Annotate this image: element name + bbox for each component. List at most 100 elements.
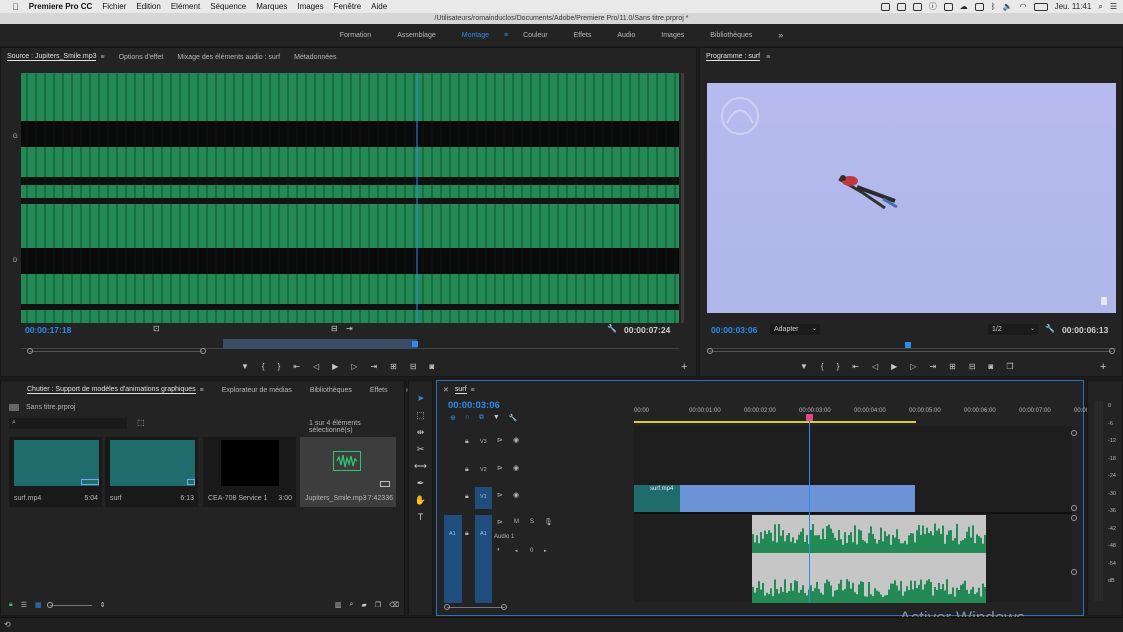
- pan-left-icon[interactable]: ◂: [515, 548, 518, 554]
- tab-libraries[interactable]: Bibliothèques: [310, 387, 352, 394]
- tab-effect-controls[interactable]: Options d'effet: [119, 54, 164, 61]
- bin-item-selected[interactable]: Jupiters_Smile.mp3 7:42336: [300, 437, 396, 507]
- ripple-edit-tool-icon[interactable]: ⇹: [417, 427, 425, 438]
- lock-icon[interactable]: 🔒︎: [9, 601, 13, 609]
- add-marker-icon[interactable]: ▼: [493, 414, 500, 422]
- zoom-handle[interactable]: [707, 348, 713, 354]
- cloud-icon[interactable]: ☁: [960, 2, 968, 11]
- icon-view-icon[interactable]: ▦: [35, 601, 42, 609]
- tab-effects[interactable]: Effets: [370, 387, 388, 394]
- sort-icon[interactable]: ⇕: [100, 601, 106, 609]
- tab-sequence-surf[interactable]: surf: [454, 386, 467, 394]
- program-fit-select[interactable]: Adapter ⌄: [770, 324, 820, 335]
- mute-button[interactable]: M: [514, 519, 519, 525]
- sync-icon[interactable]: ⊳: [497, 464, 503, 472]
- bin-item[interactable]: CEA-708 Service 1 3:00: [203, 437, 296, 507]
- tray-app-icon[interactable]: [896, 2, 906, 11]
- program-video-frame[interactable]: [707, 83, 1116, 313]
- vertical-zoom-handle[interactable]: [1071, 430, 1077, 436]
- tab-audio-mixer[interactable]: Mixage des éléments audio : surf: [177, 54, 280, 61]
- workspace-montage[interactable]: Montage: [449, 32, 502, 39]
- workspace-bibliotheques[interactable]: Bibliothèques: [697, 32, 765, 39]
- track-target-a1[interactable]: [475, 515, 492, 603]
- lock-icon[interactable]: 🔒︎: [465, 530, 469, 538]
- source-add-button-icon[interactable]: +: [681, 361, 687, 373]
- source-patch-a1[interactable]: [444, 515, 462, 603]
- new-bin-icon[interactable]: ▰: [361, 601, 366, 609]
- program-playhead-timecode[interactable]: 00:00:03:06: [711, 325, 757, 335]
- program-add-button-icon[interactable]: +: [1100, 361, 1106, 373]
- zoom-handle[interactable]: [444, 604, 450, 610]
- apple-menu-icon[interactable]: : [12, 2, 19, 12]
- program-zoom-bar[interactable]: [709, 351, 1112, 352]
- zoom-handle[interactable]: [501, 604, 507, 610]
- menu-fichier[interactable]: Fichier: [102, 2, 126, 11]
- tray-app-icon[interactable]: [880, 2, 890, 11]
- find-icon[interactable]: ⌕: [350, 601, 354, 609]
- tray-app-icon[interactable]: [943, 2, 953, 11]
- zoom-handle[interactable]: [27, 348, 33, 354]
- overwrite-icon[interactable]: ⊟: [410, 362, 417, 371]
- tab-bin[interactable]: Chutier : Support de modèles d'animation…: [27, 386, 196, 394]
- pan-value[interactable]: 0: [530, 548, 533, 554]
- menu-images[interactable]: Images: [297, 2, 323, 11]
- add-marker-button[interactable]: ▼: [800, 362, 808, 371]
- vertical-zoom-handle[interactable]: [1071, 515, 1077, 521]
- pan-right-icon[interactable]: ▸: [544, 548, 547, 554]
- lock-icon[interactable]: 🔒︎: [465, 438, 469, 446]
- eye-icon[interactable]: ◉: [513, 464, 519, 472]
- pen-tool-icon[interactable]: ✒: [417, 478, 425, 489]
- menu-marques[interactable]: Marques: [256, 2, 287, 11]
- hand-tool-icon[interactable]: ✋: [415, 495, 426, 506]
- menu-fenetre[interactable]: Fenêtre: [334, 2, 362, 11]
- wrench-icon[interactable]: 🔧: [509, 414, 518, 422]
- bin-item[interactable]: surf.mp4 5:04: [9, 437, 102, 507]
- volume-icon[interactable]: 🔈: [1003, 2, 1013, 11]
- timeline-playhead-timecode[interactable]: 00:00:03:06: [448, 400, 500, 411]
- video-clip[interactable]: surf.mp4: [634, 485, 915, 512]
- compare-icon[interactable]: ❐: [1006, 362, 1013, 371]
- new-item-icon[interactable]: ❐: [375, 601, 381, 609]
- sync-icon[interactable]: ⊳: [497, 518, 503, 526]
- camera-icon[interactable]: ◙: [430, 362, 435, 371]
- step-forward-button[interactable]: ▷: [351, 362, 357, 371]
- step-back-button[interactable]: ◁: [313, 362, 319, 371]
- lock-icon[interactable]: 🔒︎: [465, 493, 469, 501]
- play-button[interactable]: ▶: [891, 362, 897, 371]
- mark-out-button[interactable]: }: [837, 362, 840, 371]
- tray-app-icon[interactable]: [912, 2, 922, 11]
- source-vertical-scrollbar[interactable]: [681, 73, 684, 323]
- menu-aide[interactable]: Aide: [371, 2, 387, 11]
- panel-menu-icon[interactable]: ≡: [100, 54, 104, 61]
- wifi-icon[interactable]: ◠: [1020, 2, 1027, 11]
- playhead-marker[interactable]: [806, 414, 813, 421]
- info-icon[interactable]: ⓘ: [929, 1, 937, 12]
- source-playhead[interactable]: [412, 341, 418, 347]
- play-button[interactable]: ▶: [332, 362, 338, 371]
- audio-waveform-view[interactable]: [21, 73, 679, 323]
- resolution-select[interactable]: 1/2 ⌄: [988, 324, 1038, 335]
- snap-icon[interactable]: ∩: [465, 414, 470, 422]
- track-select-tool-icon[interactable]: ⬚: [416, 410, 425, 421]
- timeline-horizontal-scrollbar[interactable]: [447, 607, 505, 608]
- tray-app-icon[interactable]: [974, 2, 984, 11]
- panel-menu-icon[interactable]: ≡: [471, 387, 475, 394]
- program-time-ruler[interactable]: [707, 340, 1116, 349]
- close-icon[interactable]: ✕: [443, 386, 449, 394]
- battery-icon[interactable]: [1033, 2, 1048, 11]
- source-zoom-icon[interactable]: ⊟: [331, 324, 338, 333]
- source-fit-icon[interactable]: ⊡: [153, 324, 160, 333]
- audio-clip[interactable]: [752, 515, 986, 603]
- workspace-assemblage[interactable]: Assemblage: [384, 32, 449, 39]
- pan-knob-icon[interactable]: ◐: [497, 547, 501, 553]
- tab-media-browser[interactable]: Explorateur de médias: [222, 387, 292, 394]
- go-to-out-button[interactable]: ⇥: [370, 362, 377, 371]
- menu-element[interactable]: Elément: [171, 2, 200, 11]
- camera-icon[interactable]: ◙: [989, 362, 994, 371]
- tab-program[interactable]: Programme : surf: [706, 53, 761, 61]
- trash-icon[interactable]: ⌫: [389, 601, 399, 609]
- mic-icon[interactable]: 🎙︎: [544, 518, 553, 526]
- step-back-button[interactable]: ◁: [872, 362, 878, 371]
- bin-item[interactable]: surf 6:13: [105, 437, 198, 507]
- slider-thumb[interactable]: [46, 601, 53, 608]
